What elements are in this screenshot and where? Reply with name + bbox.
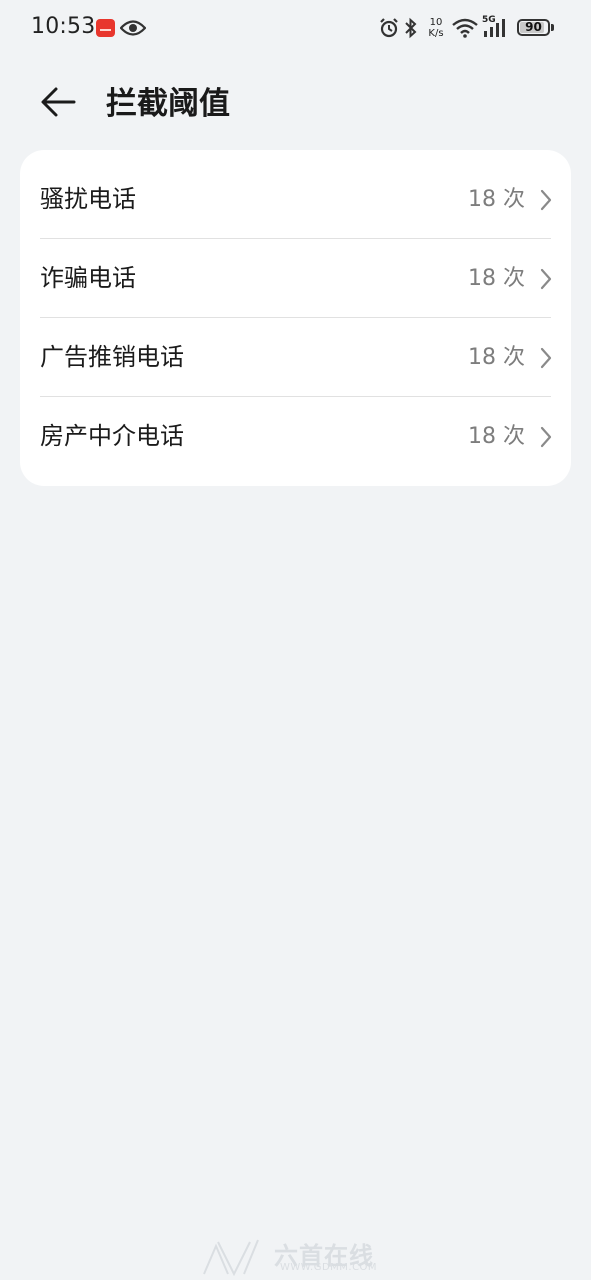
list-item-label: 骚扰电话 [40, 185, 136, 213]
page-title: 拦截阈值 [106, 86, 230, 122]
watermark: 六首在线 WWW.GDMM.COM [200, 1234, 400, 1278]
battery-percent: 90 [525, 20, 542, 34]
list-item-value: 18 次 [468, 266, 525, 291]
alarm-icon [378, 17, 400, 43]
list-item-label: 诈骗电话 [40, 264, 136, 292]
chevron-right-icon [539, 267, 553, 295]
list-item-value: 18 次 [468, 187, 525, 212]
bluetooth-icon [403, 17, 419, 43]
list-item-fraud-calls[interactable]: 诈骗电话 18 次 [20, 239, 571, 318]
list-item-label: 广告推销电话 [40, 343, 184, 371]
chevron-right-icon [539, 188, 553, 216]
eye-icon [119, 19, 147, 41]
status-bar: 10:53 10 K/s 5G 90 [0, 0, 591, 58]
network-speed-value: 10 [429, 17, 443, 28]
status-time: 10:53 [31, 14, 96, 39]
arrow-left-icon [40, 86, 76, 122]
list-item-harassment-calls[interactable]: 骚扰电话 18 次 [20, 160, 571, 239]
battery-icon: 90 [517, 19, 550, 36]
app-notification-icon [96, 19, 115, 37]
network-speed: 10 K/s [425, 17, 447, 39]
battery-tip [551, 24, 554, 31]
list-item-label: 房产中介电话 [40, 422, 184, 450]
network-speed-unit: K/s [428, 28, 444, 39]
list-item-real-estate-agent-calls[interactable]: 房产中介电话 18 次 [20, 397, 571, 476]
list-item-telemarketing-calls[interactable]: 广告推销电话 18 次 [20, 318, 571, 397]
back-button[interactable] [36, 82, 80, 126]
watermark-logo-icon [200, 1236, 266, 1280]
watermark-sub-text: WWW.GDMM.COM [280, 1262, 378, 1273]
chevron-right-icon [539, 346, 553, 374]
wifi-icon [452, 18, 478, 42]
cellular-signal-icon [482, 17, 512, 43]
list-item-value: 18 次 [468, 424, 525, 449]
threshold-list-card: 骚扰电话 18 次 诈骗电话 18 次 广告推销电话 18 次 房产中介电话 1… [20, 150, 571, 486]
list-item-value: 18 次 [468, 345, 525, 370]
chevron-right-icon [539, 425, 553, 453]
